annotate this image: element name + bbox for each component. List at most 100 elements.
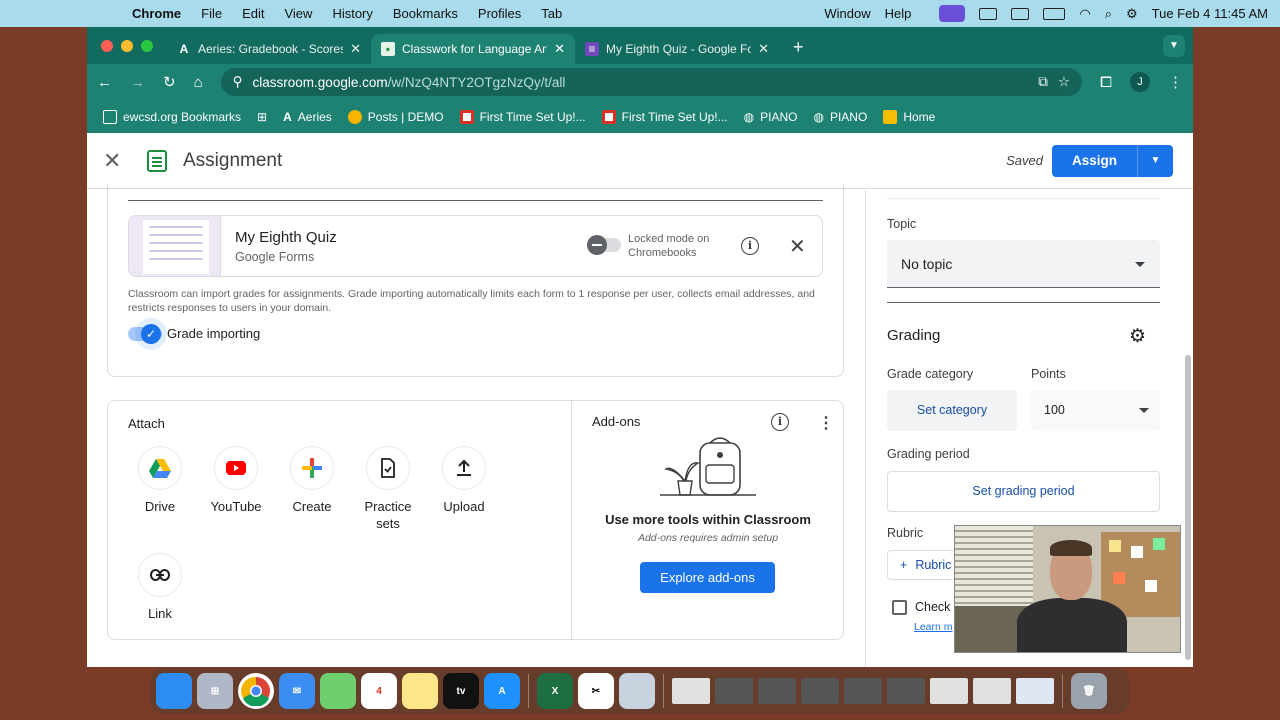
minimized-window-thumbnail[interactable] (672, 678, 710, 704)
attach-upload[interactable]: Upload (429, 446, 499, 515)
tab-classwork[interactable]: ▪ Classwork for Language Arts ✕ (371, 34, 575, 64)
bookmark-first-time-setup-2[interactable]: First Time Set Up!... (601, 109, 728, 124)
menu-view[interactable]: View (284, 6, 312, 21)
learn-more-link[interactable]: Learn m (914, 621, 953, 633)
attach-drive[interactable]: Drive (125, 446, 195, 515)
folder-icon (103, 109, 117, 124)
chrome-menu-icon[interactable]: ⋮ (1168, 73, 1183, 91)
display-icon[interactable] (1011, 7, 1030, 20)
tab-quiz-form[interactable]: ≡ My Eighth Quiz - Google Form ✕ (575, 34, 779, 64)
forward-icon[interactable]: → (130, 74, 145, 91)
notes-icon[interactable] (402, 673, 438, 709)
set-category-button[interactable]: Set category (887, 390, 1017, 431)
bookmark-piano-2[interactable]: ◍ PIANO (813, 110, 867, 124)
capcut-icon[interactable]: ✂ (578, 673, 614, 709)
menu-edit[interactable]: Edit (242, 6, 264, 21)
maps-icon[interactable] (320, 673, 356, 709)
bookmark-star-icon[interactable]: ☆ (1058, 74, 1070, 90)
set-grading-period-button[interactable]: Set grading period (887, 471, 1160, 512)
bookmark-ewcsd-folder[interactable]: ewcsd.org Bookmarks (103, 109, 241, 124)
close-tab-icon[interactable]: ✕ (554, 41, 565, 57)
profile-avatar[interactable]: J (1130, 72, 1150, 92)
menu-tab[interactable]: Tab (541, 6, 562, 21)
menu-file[interactable]: File (201, 6, 222, 21)
minimized-window-thumbnail[interactable] (801, 678, 839, 704)
mail-icon[interactable]: ✉ (279, 673, 315, 709)
attach-create[interactable]: Create (277, 446, 347, 515)
rubric-label: Rubric (887, 526, 924, 540)
screen-mirror-icon[interactable] (979, 7, 998, 20)
explore-addons-button[interactable]: Explore add-ons (640, 562, 775, 593)
bookmark-apps[interactable]: ⊞ (257, 110, 267, 124)
bookmark-home[interactable]: Home (883, 109, 935, 124)
minimized-window-thumbnail[interactable] (715, 678, 753, 704)
wifi-icon[interactable]: ◠ (1079, 6, 1090, 22)
attach-youtube[interactable]: YouTube (201, 446, 271, 515)
address-bar[interactable]: ⚲ classroom.google.com/w/NzQ4NTY2OTgzNzQ… (220, 68, 1082, 96)
site-info-icon[interactable]: ⚲ (233, 74, 243, 90)
quiz-attachment[interactable]: My Eighth Quiz Google Forms Locked mode … (128, 215, 823, 277)
apple-tv-icon[interactable]: tv (443, 673, 479, 709)
close-window-button[interactable] (101, 39, 113, 52)
minimized-window-thumbnail[interactable] (887, 678, 925, 704)
screen-record-icon[interactable] (939, 5, 966, 22)
spotlight-search-icon[interactable]: ⌕ (1105, 6, 1112, 22)
info-icon[interactable]: i (771, 413, 789, 431)
close-icon[interactable]: ✕ (103, 148, 131, 174)
chrome-icon[interactable] (238, 673, 274, 709)
menu-bookmarks[interactable]: Bookmarks (393, 6, 458, 21)
bookmark-first-time-setup-1[interactable]: First Time Set Up!... (459, 109, 586, 124)
maximize-window-button[interactable] (141, 39, 153, 52)
close-tab-icon[interactable]: ✕ (350, 41, 361, 57)
locked-mode-toggle[interactable] (587, 235, 621, 255)
launchpad-icon[interactable]: ⊞ (197, 673, 233, 709)
sidebar-scrollbar[interactable] (1185, 355, 1191, 660)
minimized-window-thumbnail[interactable] (844, 678, 882, 704)
finder-icon[interactable] (156, 673, 192, 709)
minimized-window-thumbnail[interactable] (758, 678, 796, 704)
trash-icon[interactable]: 🗑 (1071, 673, 1107, 709)
topic-select[interactable]: No topic (887, 240, 1160, 288)
quiz-title[interactable]: My Eighth Quiz (235, 229, 337, 246)
assign-button[interactable]: Assign (1051, 145, 1137, 177)
control-center-icon[interactable]: ⚙ (1126, 6, 1138, 22)
originality-checkbox[interactable] (892, 600, 907, 615)
bookmark-aeries[interactable]: A Aeries (283, 110, 332, 124)
minimized-window-thumbnail[interactable] (973, 678, 1011, 704)
minimized-window-thumbnail[interactable] (930, 678, 968, 704)
tab-aeries[interactable]: A Aeries: Gradebook - Scores b ✕ (167, 34, 371, 64)
extensions-icon[interactable]: ⧠ (1100, 74, 1112, 91)
calendar-icon[interactable]: 4 (361, 673, 397, 709)
minimized-window-thumbnail[interactable] (1016, 678, 1054, 704)
menu-profiles[interactable]: Profiles (478, 6, 521, 21)
minimize-window-button[interactable] (121, 39, 133, 52)
bookmark-posts-demo[interactable]: Posts | DEMO (347, 109, 444, 124)
grade-importing-toggle[interactable]: ✓ (128, 324, 162, 344)
new-tab-icon[interactable]: + (793, 37, 804, 58)
home-icon[interactable]: ⌂ (194, 74, 203, 91)
attach-link[interactable]: Link (125, 553, 195, 622)
app-store-icon[interactable]: A (484, 673, 520, 709)
menu-history[interactable]: History (332, 6, 372, 21)
upload-icon (442, 446, 486, 490)
menu-window[interactable]: Window (824, 6, 870, 21)
battery-icon[interactable] (1043, 7, 1066, 20)
menu-app-name[interactable]: Chrome (132, 6, 181, 21)
excel-icon[interactable]: X (537, 673, 573, 709)
install-app-icon[interactable]: ⧉ (1038, 74, 1048, 90)
bookmark-piano-1[interactable]: ◍ PIANO (744, 110, 798, 124)
attach-practice-sets[interactable]: Practice sets (353, 446, 423, 532)
points-select[interactable]: 100 (1031, 390, 1160, 431)
info-icon[interactable]: i (741, 237, 759, 255)
back-icon[interactable]: ← (97, 74, 112, 91)
menubar-clock[interactable]: Tue Feb 4 11:45 AM (1152, 6, 1268, 21)
more-options-icon[interactable]: ⋮ (818, 413, 834, 433)
menu-help[interactable]: Help (885, 6, 912, 21)
remove-attachment-icon[interactable]: ✕ (789, 234, 806, 259)
gear-icon[interactable]: ⚙ (1129, 325, 1146, 348)
reload-icon[interactable]: ↻ (163, 73, 176, 91)
close-tab-icon[interactable]: ✕ (758, 41, 769, 57)
assign-options-dropdown[interactable]: ▼ (1137, 145, 1173, 177)
preview-icon[interactable] (619, 673, 655, 709)
tab-search-icon[interactable]: ▼ (1163, 35, 1185, 57)
